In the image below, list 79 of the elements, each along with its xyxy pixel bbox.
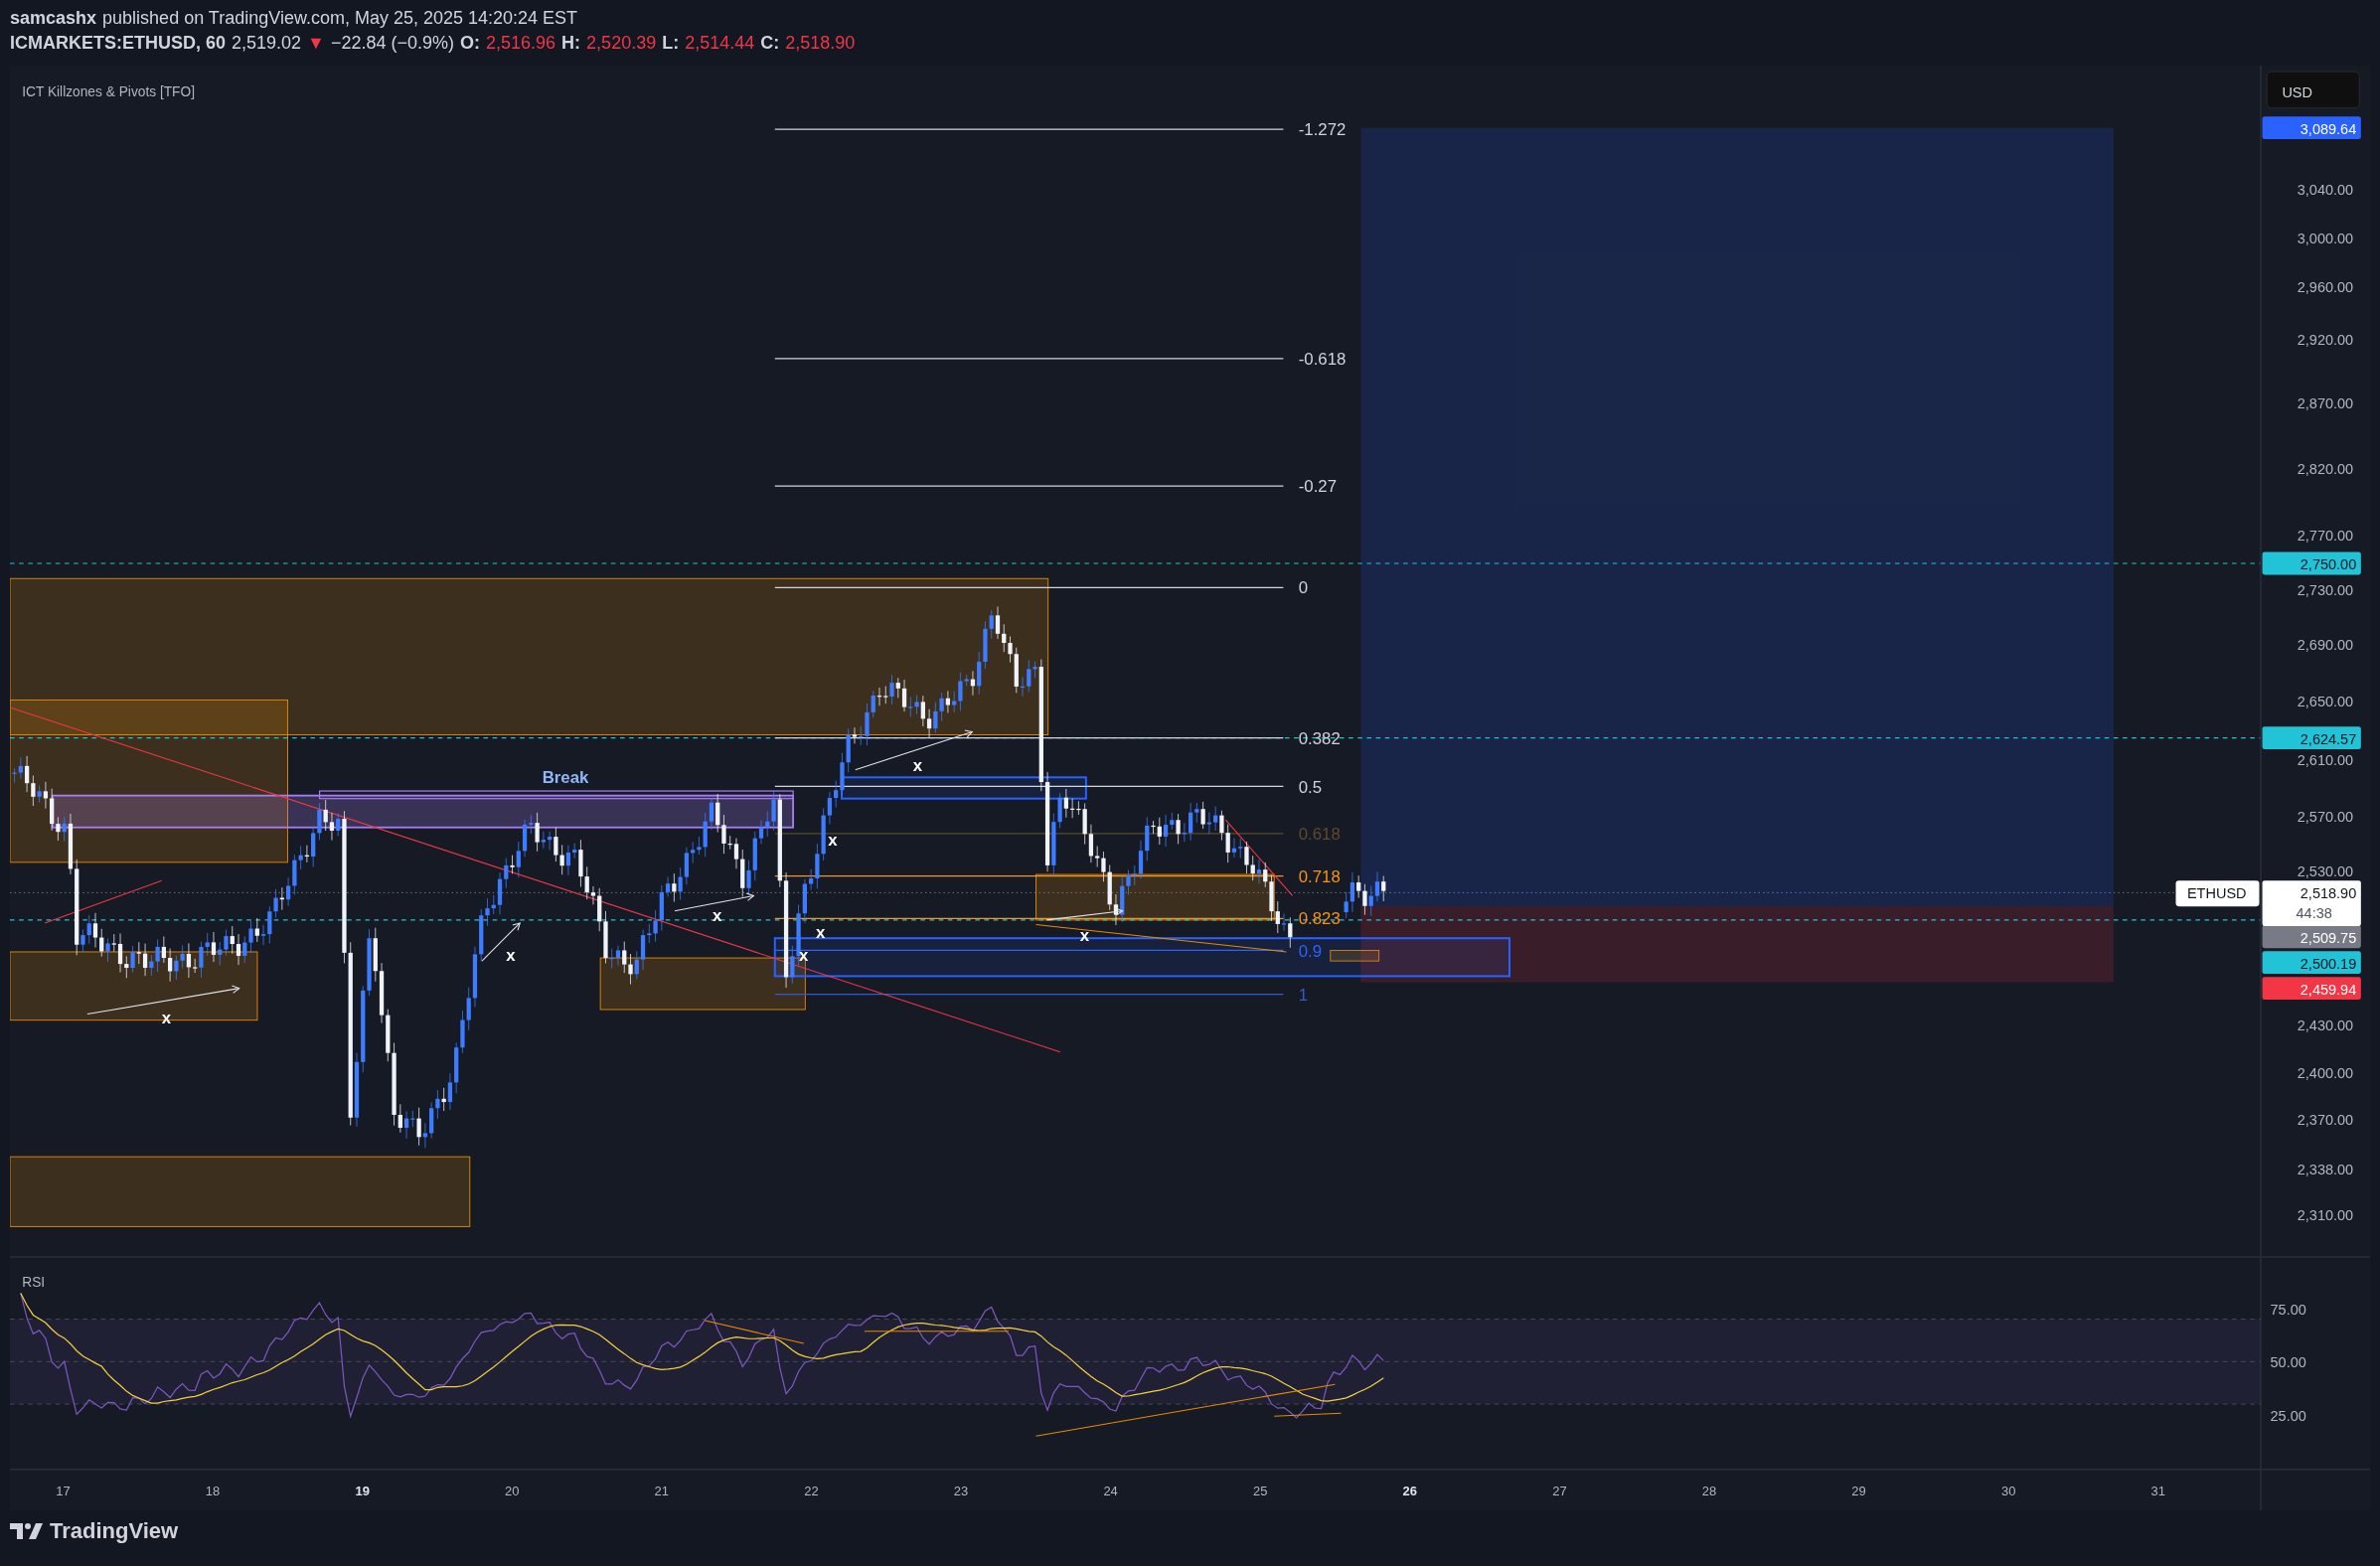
price-tag: 2,509.75 xyxy=(2262,925,2361,949)
down-arrow: ▼ xyxy=(307,32,325,55)
rsi-tick-label: 50.00 xyxy=(2270,1354,2306,1371)
price-tick-label: 2,430.00 xyxy=(2297,1018,2354,1034)
publish-info: published on TradingView.com, May 25, 2025 14:20:24 EST xyxy=(102,7,578,30)
price-tick-label: 2,530.00 xyxy=(2297,862,2354,879)
fib-level-label: 0.5 xyxy=(1298,777,1323,797)
price-tick-label: 2,690.00 xyxy=(2297,637,2354,653)
price-tag: 2,500.19 xyxy=(2262,951,2361,975)
date-label: 28 xyxy=(1701,1483,1717,1498)
ohlc-value: 2,518.90 xyxy=(785,32,856,55)
price-tick-label: 2,610.00 xyxy=(2297,752,2354,769)
fib-level-label: 1 xyxy=(1298,985,1309,1005)
price-tick-label: 2,920.00 xyxy=(2297,332,2354,349)
date-label: 27 xyxy=(1552,1483,1567,1498)
ohlc-label: H: xyxy=(561,32,581,55)
last-price-tag: 2,518.90 44:38 xyxy=(2262,880,2361,926)
fib-level-label: 0.618 xyxy=(1298,824,1341,844)
symbol-title: ICMARKETS:ETHUSD, 60 xyxy=(10,32,227,55)
fib-level-label: 0.382 xyxy=(1298,728,1341,748)
price-tick-label: 2,310.00 xyxy=(2297,1207,2354,1224)
date-label: 17 xyxy=(56,1483,71,1498)
ohlc-value: 2,514.44 xyxy=(685,32,755,55)
cross-mark: x xyxy=(506,946,516,966)
date-label: 30 xyxy=(2000,1483,2016,1498)
price-tick-label: 2,570.00 xyxy=(2297,808,2354,825)
date-label: 25 xyxy=(1253,1483,1268,1498)
ohlc-label: L: xyxy=(662,32,680,55)
symbol-tag: ETHUSD xyxy=(2175,880,2260,907)
date-label: 26 xyxy=(1402,1483,1418,1498)
date-label: 22 xyxy=(804,1483,819,1498)
rsi-tick-label: 75.00 xyxy=(2270,1302,2306,1318)
fib-level-label: -1.272 xyxy=(1298,120,1347,140)
indicator-legend[interactable]: ICT Killzones & Pivots [TFO] xyxy=(22,83,195,99)
price-tick-label: 3,040.00 xyxy=(2297,181,2354,198)
fib-level-label: 0.9 xyxy=(1298,941,1323,961)
date-label: 19 xyxy=(355,1483,370,1498)
ohlc-label: C: xyxy=(760,32,780,55)
rsi-tick-label: 25.00 xyxy=(2270,1407,2306,1424)
fib-level-label: 0.718 xyxy=(1298,866,1341,886)
cross-mark: x xyxy=(799,946,809,966)
cross-mark: x xyxy=(713,906,722,926)
author-name[interactable]: samcashx xyxy=(10,6,97,31)
last-price: 2,519.02 xyxy=(232,32,302,55)
fib-level-label: 0 xyxy=(1298,578,1309,598)
date-label: 24 xyxy=(1103,1483,1118,1498)
price-change: −22.84 (−0.9%) xyxy=(330,32,455,55)
currency-button[interactable]: USD xyxy=(2266,71,2360,109)
ohlc-value: 2,516.96 xyxy=(486,32,556,55)
price-tick-label: 2,338.00 xyxy=(2297,1162,2354,1178)
price-tick-label: 2,650.00 xyxy=(2297,693,2354,709)
ohlc-value: 2,520.39 xyxy=(586,32,657,55)
price-tick-label: 3,000.00 xyxy=(2297,230,2354,246)
price-tag: 3,089.64 xyxy=(2262,116,2361,140)
date-label: 21 xyxy=(654,1483,670,1498)
date-label: 31 xyxy=(2150,1483,2165,1498)
price-tick-label: 2,400.00 xyxy=(2297,1064,2354,1081)
price-tag: 2,459.94 xyxy=(2262,977,2361,1001)
rsi-legend: RSI xyxy=(22,1275,46,1291)
price-tag: 2,624.57 xyxy=(2262,726,2361,750)
date-label: 18 xyxy=(205,1483,221,1498)
cross-mark: x xyxy=(828,831,838,851)
price-tick-label: 2,820.00 xyxy=(2297,460,2354,477)
price-tick-label: 2,870.00 xyxy=(2297,395,2354,412)
fib-level-label: -0.27 xyxy=(1298,477,1337,497)
price-tick-label: 2,770.00 xyxy=(2297,528,2354,545)
price-tick-label: 2,730.00 xyxy=(2297,582,2354,599)
break-label: Break xyxy=(542,768,589,788)
fib-level-label: -0.618 xyxy=(1298,349,1347,369)
ohlc-label: O: xyxy=(460,32,481,55)
fib-level-label: 0.823 xyxy=(1298,909,1341,929)
date-label: 29 xyxy=(1851,1483,1866,1498)
date-label: 23 xyxy=(953,1483,969,1498)
price-tick-label: 2,960.00 xyxy=(2297,278,2354,295)
price-tick-label: 2,370.00 xyxy=(2297,1112,2354,1129)
price-tag: 2,750.00 xyxy=(2262,551,2361,575)
cross-mark: x xyxy=(912,756,922,776)
brand-name: TradingView xyxy=(50,1518,179,1544)
date-label: 20 xyxy=(505,1483,520,1498)
